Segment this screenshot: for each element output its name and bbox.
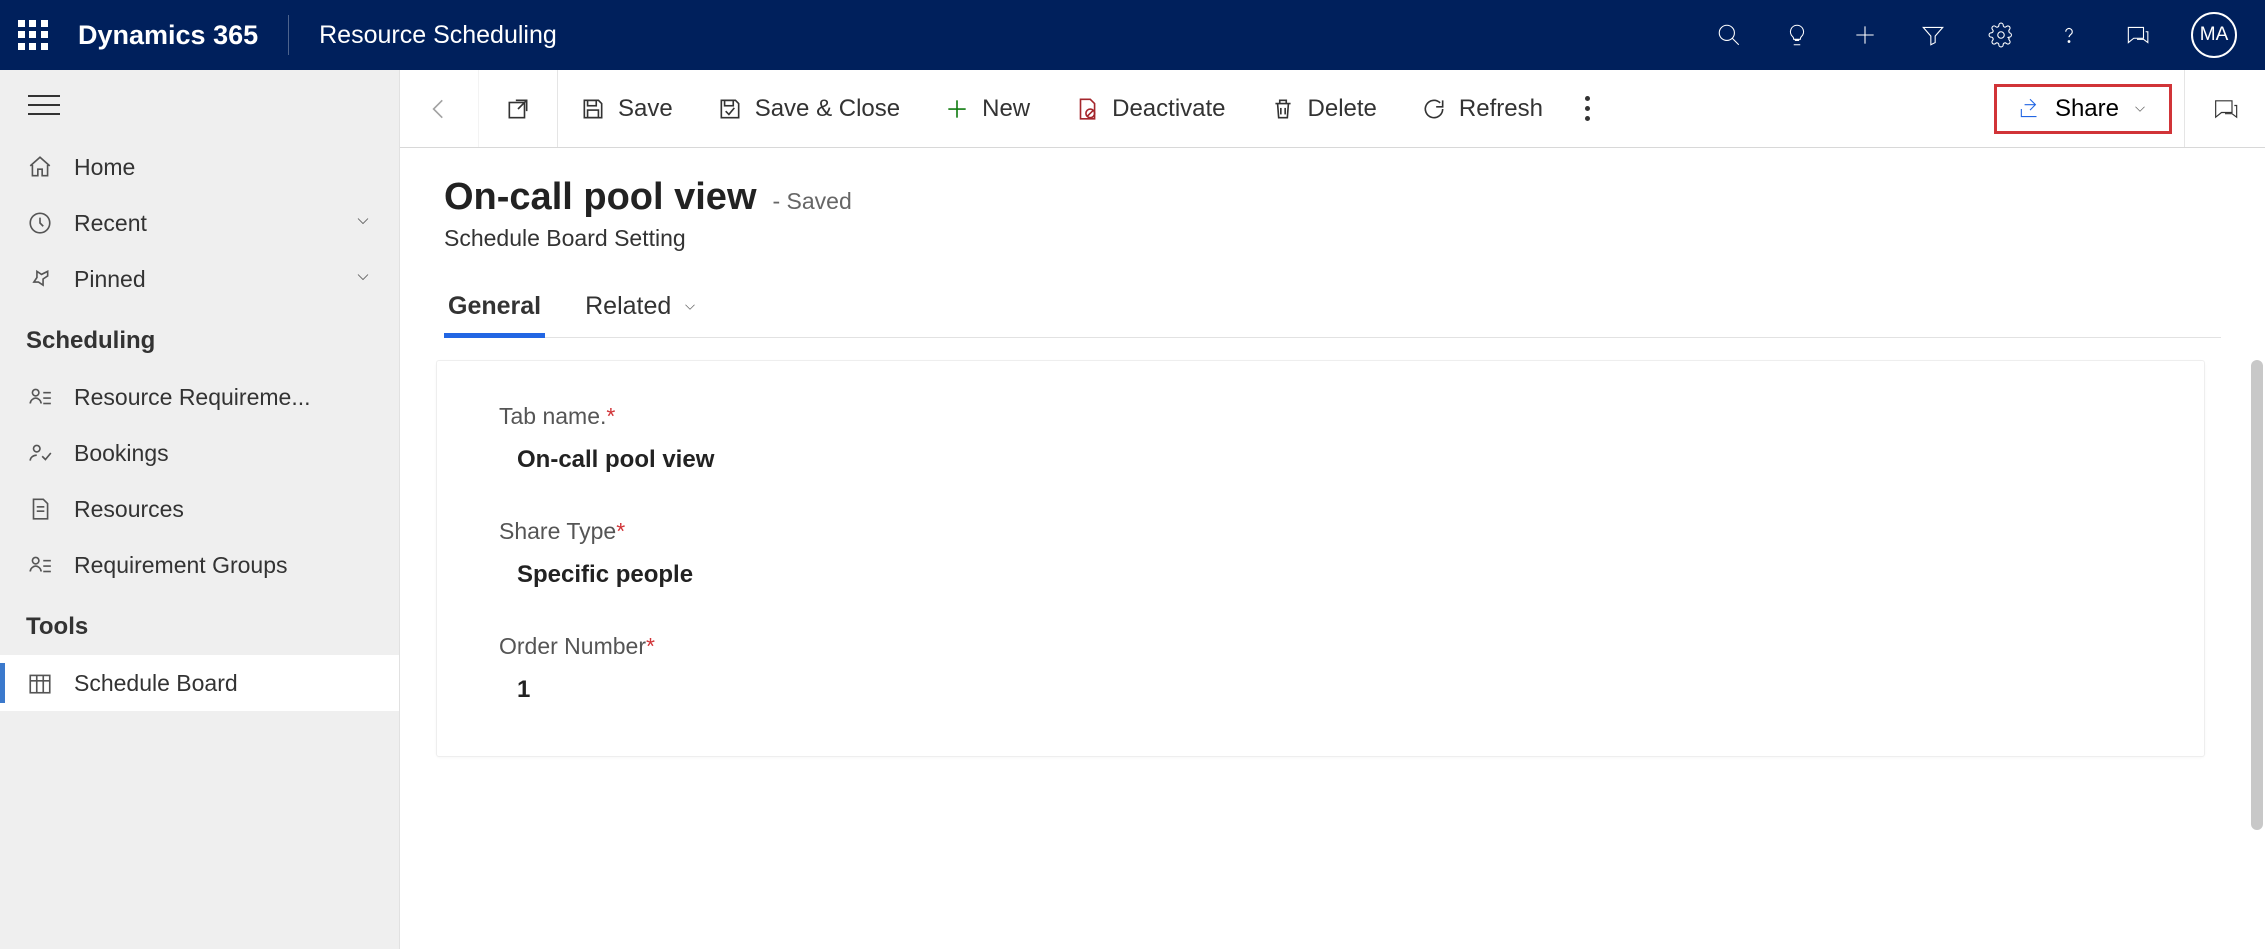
field-value: 1 xyxy=(499,676,2142,704)
share-icon xyxy=(2017,96,2043,122)
share-button[interactable]: Share xyxy=(1994,84,2172,134)
scrollbar[interactable] xyxy=(2251,360,2263,830)
nav-label: Resource Requireme... xyxy=(74,384,373,411)
resource-file-icon xyxy=(26,495,54,523)
refresh-button[interactable]: Refresh xyxy=(1399,70,1565,147)
save-close-button[interactable]: Save & Close xyxy=(695,70,922,147)
nav-label: Recent xyxy=(74,210,333,237)
chat-icon[interactable] xyxy=(2123,21,2151,49)
people-list-icon xyxy=(26,551,54,579)
nav-resources[interactable]: Resources xyxy=(0,481,399,537)
nav-label: Bookings xyxy=(74,440,373,467)
chevron-down-icon xyxy=(2131,100,2149,118)
app-name[interactable]: Resource Scheduling xyxy=(319,21,557,50)
more-commands-button[interactable] xyxy=(1565,96,1610,121)
back-button xyxy=(400,70,479,147)
nav-resource-requirements[interactable]: Resource Requireme... xyxy=(0,369,399,425)
top-navbar: Dynamics 365 Resource Scheduling MA xyxy=(0,0,2265,70)
nav-schedule-board[interactable]: Schedule Board xyxy=(0,655,399,711)
delete-button[interactable]: Delete xyxy=(1248,70,1399,147)
tab-related[interactable]: Related xyxy=(581,282,703,337)
nav-label: Home xyxy=(74,154,373,181)
field-label: Order Number* xyxy=(499,633,2142,660)
plus-icon[interactable] xyxy=(1851,21,1879,49)
calendar-board-icon xyxy=(26,669,54,697)
person-check-icon xyxy=(26,439,54,467)
clock-icon xyxy=(26,209,54,237)
field-value: Specific people xyxy=(499,561,2142,589)
chevron-down-icon xyxy=(353,210,373,237)
deactivate-label: Deactivate xyxy=(1112,95,1225,123)
nav-pinned[interactable]: Pinned xyxy=(0,251,399,307)
nav-section-tools: Tools xyxy=(0,593,399,655)
tab-general[interactable]: General xyxy=(444,282,545,337)
avatar-initials: MA xyxy=(2200,24,2229,46)
nav-section-scheduling: Scheduling xyxy=(0,307,399,369)
save-label: Save xyxy=(618,95,673,123)
search-icon[interactable] xyxy=(1715,21,1743,49)
nav-label: Pinned xyxy=(74,266,333,293)
chevron-down-icon xyxy=(681,298,699,316)
save-button[interactable]: Save xyxy=(558,70,695,147)
nav-label: Schedule Board xyxy=(74,670,373,697)
refresh-label: Refresh xyxy=(1459,95,1543,123)
tab-label: Related xyxy=(585,292,671,321)
chevron-down-icon xyxy=(353,266,373,293)
nav-requirement-groups[interactable]: Requirement Groups xyxy=(0,537,399,593)
people-list-icon xyxy=(26,383,54,411)
save-close-label: Save & Close xyxy=(755,95,900,123)
nav-recent[interactable]: Recent xyxy=(0,195,399,251)
field-order-number[interactable]: Order Number* 1 xyxy=(499,633,2142,704)
hamburger-icon[interactable] xyxy=(0,95,399,115)
deactivate-button[interactable]: Deactivate xyxy=(1052,70,1247,147)
app-launcher-icon[interactable] xyxy=(18,20,48,50)
assistant-button[interactable] xyxy=(2184,70,2265,147)
form-card: Tab name.* On-call pool view Share Type*… xyxy=(436,360,2205,757)
new-button[interactable]: New xyxy=(922,70,1052,147)
avatar[interactable]: MA xyxy=(2191,12,2237,58)
record-status: - Saved xyxy=(773,188,852,215)
record-title: On-call pool view xyxy=(444,176,757,219)
nav-label: Requirement Groups xyxy=(74,552,373,579)
help-icon[interactable] xyxy=(2055,21,2083,49)
command-bar: Save Save & Close New Deactivate Delete … xyxy=(400,70,2265,148)
tab-label: General xyxy=(448,292,541,321)
nav-home[interactable]: Home xyxy=(0,139,399,195)
product-name[interactable]: Dynamics 365 xyxy=(78,20,258,51)
field-share-type[interactable]: Share Type* Specific people xyxy=(499,518,2142,589)
nav-label: Resources xyxy=(74,496,373,523)
lightbulb-icon[interactable] xyxy=(1783,21,1811,49)
field-value: On-call pool view xyxy=(499,446,2142,474)
sidebar: Home Recent Pinned Scheduling R xyxy=(0,70,400,949)
field-tab-name[interactable]: Tab name.* On-call pool view xyxy=(499,403,2142,474)
record-entity: Schedule Board Setting xyxy=(444,225,2221,252)
pin-icon xyxy=(26,265,54,293)
record-header: On-call pool view - Saved Schedule Board… xyxy=(400,148,2265,338)
nav-bookings[interactable]: Bookings xyxy=(0,425,399,481)
nav-divider xyxy=(288,15,289,55)
delete-label: Delete xyxy=(1308,95,1377,123)
new-label: New xyxy=(982,95,1030,123)
home-icon xyxy=(26,153,54,181)
filter-icon[interactable] xyxy=(1919,21,1947,49)
tabs: General Related xyxy=(444,282,2221,338)
gear-icon[interactable] xyxy=(1987,21,2015,49)
field-label: Tab name.* xyxy=(499,403,2142,430)
field-label: Share Type* xyxy=(499,518,2142,545)
share-label: Share xyxy=(2055,95,2119,123)
popout-button[interactable] xyxy=(479,70,558,147)
